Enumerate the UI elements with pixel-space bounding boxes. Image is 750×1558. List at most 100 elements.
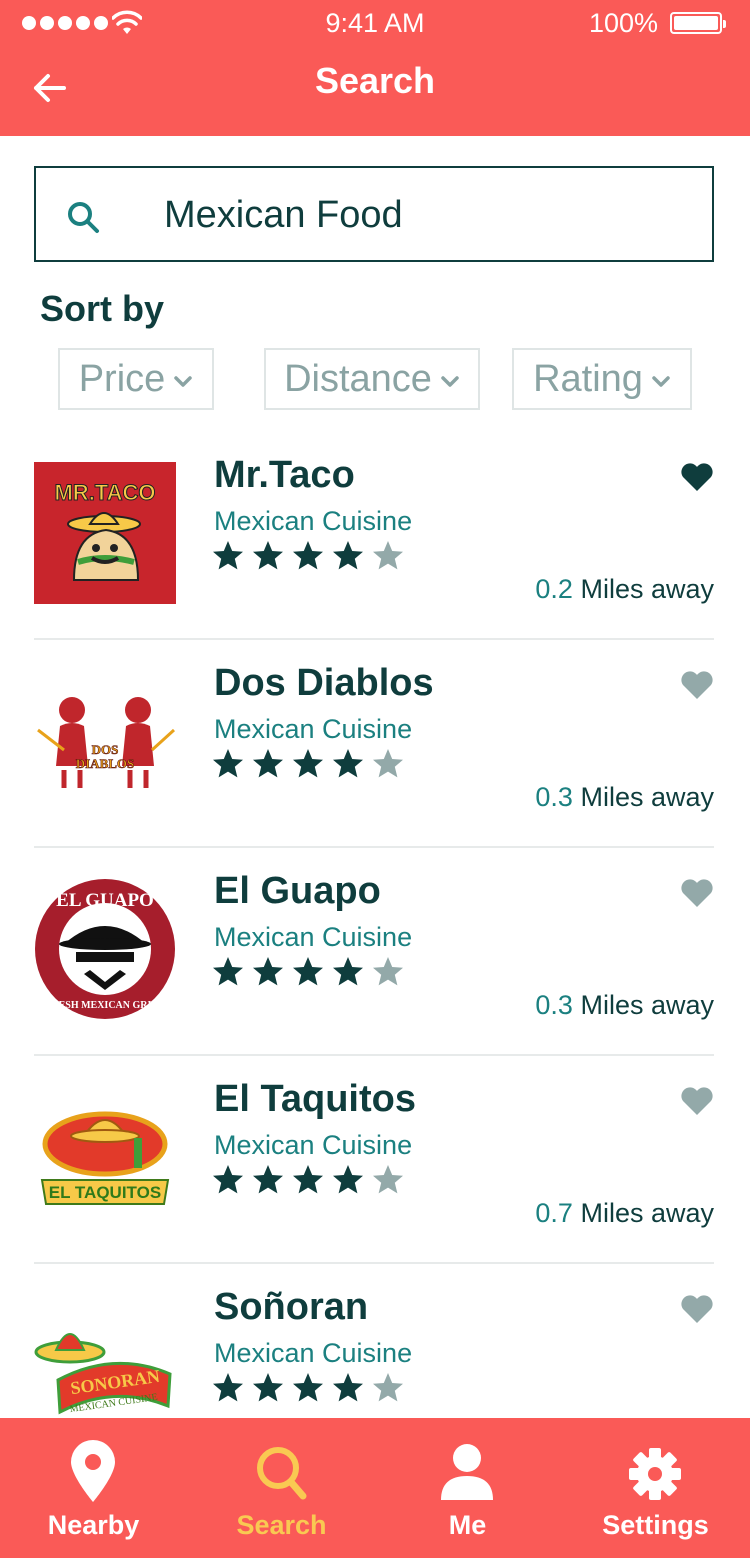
- distance-unit: Miles away: [580, 782, 714, 812]
- page-title: Search: [314, 60, 436, 101]
- restaurant-cuisine: Mexican Cuisine: [214, 714, 413, 744]
- star-filled-icon: [293, 541, 323, 570]
- restaurant-name: El Taquitos: [214, 1078, 416, 1120]
- app-header: 9:41 AM 100% Search: [0, 0, 750, 136]
- star-filled-icon: [333, 1165, 363, 1194]
- sort-by-label: Sort by: [40, 288, 165, 329]
- sort-price-label: Price: [78, 357, 166, 400]
- distance-value: 0.2: [535, 574, 573, 604]
- restaurant-name: Mr.Taco: [214, 454, 355, 496]
- restaurant-logo: SONORAN MEXICAN CUISINE: [34, 1294, 176, 1436]
- rating-stars: [212, 748, 404, 780]
- star-filled-icon: [333, 541, 363, 570]
- svg-text:EL TAQUITOS: EL TAQUITOS: [49, 1183, 161, 1202]
- restaurant-name: Soñoran: [214, 1286, 369, 1328]
- svg-text:FRESH MEXICAN GRILL: FRESH MEXICAN GRILL: [45, 1000, 165, 1011]
- star-empty-icon: [373, 957, 403, 986]
- star-empty-icon: [373, 749, 403, 778]
- restaurant-logo: EL TAQUITOS: [34, 1086, 176, 1228]
- search-icon: [257, 1447, 307, 1500]
- restaurant-name: Dos Diablos: [214, 662, 434, 704]
- search-input[interactable]: [164, 188, 684, 242]
- svg-text:DIABLOS: DIABLOS: [76, 756, 135, 771]
- sort-distance-button[interactable]: Distance: [264, 348, 480, 410]
- distance-unit: Miles away: [580, 990, 714, 1020]
- restaurant-name: El Guapo: [214, 870, 381, 912]
- star-filled-icon: [253, 541, 283, 570]
- heart-icon[interactable]: [680, 878, 714, 908]
- star-filled-icon: [213, 749, 243, 778]
- tab-bar: Nearby Search Me Settings: [0, 1418, 750, 1558]
- star-filled-icon: [293, 749, 323, 778]
- distance: 0.3 Miles away: [535, 782, 714, 813]
- star-empty-icon: [373, 1165, 403, 1194]
- star-filled-icon: [333, 749, 363, 778]
- restaurant-logo: EL GUAPO FRESH MEXICAN GRILL: [35, 879, 175, 1019]
- restaurant-cuisine: Mexican Cuisine: [214, 922, 413, 952]
- rating-stars: [212, 956, 404, 988]
- star-filled-icon: [253, 1165, 283, 1194]
- tab-label: Settings: [602, 1510, 709, 1540]
- distance-value: 0.3: [535, 990, 573, 1020]
- restaurant-item[interactable]: EL GUAPO FRESH MEXICAN GRILL El Guapo Me…: [34, 848, 714, 1056]
- tab-label: Me: [448, 1510, 487, 1540]
- rating-stars: [212, 1164, 404, 1196]
- tab-me[interactable]: Me: [374, 1418, 561, 1558]
- restaurant-cuisine: Mexican Cuisine: [214, 1338, 413, 1368]
- status-bar: 9:41 AM 100%: [0, 0, 750, 48]
- rating-stars: [212, 540, 404, 572]
- rating-stars: [212, 1372, 404, 1404]
- star-filled-icon: [333, 1373, 363, 1402]
- location-pin-icon: [71, 1440, 115, 1502]
- star-filled-icon: [293, 1373, 323, 1402]
- star-filled-icon: [333, 957, 363, 986]
- tab-label: Nearby: [47, 1510, 140, 1540]
- restaurant-logo: MR.TACO: [34, 462, 176, 604]
- distance: 0.3 Miles away: [535, 990, 714, 1021]
- heart-icon[interactable]: [680, 670, 714, 700]
- tab-settings[interactable]: Settings: [562, 1418, 749, 1558]
- person-icon: [441, 1444, 493, 1500]
- distance-unit: Miles away: [580, 1198, 714, 1228]
- search-box[interactable]: [34, 166, 714, 262]
- distance: 0.2 Miles away: [535, 574, 714, 605]
- star-filled-icon: [253, 957, 283, 986]
- star-filled-icon: [213, 1165, 243, 1194]
- search-icon: [68, 202, 99, 233]
- distance: 0.7 Miles away: [535, 1198, 714, 1229]
- distance-unit: Miles away: [580, 574, 714, 604]
- distance-value: 0.7: [535, 1198, 573, 1228]
- battery-percent: 100%: [588, 8, 658, 38]
- heart-icon[interactable]: [680, 1294, 714, 1324]
- gear-icon: [629, 1448, 681, 1500]
- sort-rating-label: Rating: [533, 357, 643, 400]
- star-filled-icon: [293, 957, 323, 986]
- star-filled-icon: [213, 1373, 243, 1402]
- svg-text:EL GUAPO: EL GUAPO: [56, 890, 154, 911]
- heart-icon[interactable]: [680, 1086, 714, 1116]
- svg-text:MR.TACO: MR.TACO: [54, 480, 155, 505]
- star-filled-icon: [293, 1165, 323, 1194]
- star-empty-icon: [373, 541, 403, 570]
- sort-rating-button[interactable]: Rating: [512, 348, 692, 410]
- restaurant-item[interactable]: MR.TACO Mr.Taco Mexican Cuisine 0.2 Mile…: [34, 432, 714, 640]
- star-filled-icon: [213, 957, 243, 986]
- distance-value: 0.3: [535, 782, 573, 812]
- star-filled-icon: [253, 1373, 283, 1402]
- restaurant-item[interactable]: EL TAQUITOS El Taquitos Mexican Cuisine …: [34, 1056, 714, 1264]
- tab-search[interactable]: Search: [188, 1418, 375, 1558]
- chevron-down-icon: [441, 376, 459, 387]
- heart-icon[interactable]: [680, 462, 714, 492]
- sort-distance-label: Distance: [284, 357, 432, 400]
- tab-label: Search: [236, 1510, 327, 1540]
- restaurant-logo: DOS DIABLOS: [34, 670, 176, 812]
- chevron-down-icon: [174, 376, 193, 387]
- star-filled-icon: [213, 541, 243, 570]
- restaurant-item[interactable]: DOS DIABLOS Dos Diablos Mexican Cuisine …: [34, 640, 714, 848]
- battery-icon: [670, 12, 726, 34]
- svg-text:DOS: DOS: [92, 742, 119, 757]
- restaurant-cuisine: Mexican Cuisine: [214, 1130, 413, 1160]
- star-empty-icon: [373, 1373, 403, 1402]
- sort-price-button[interactable]: Price: [58, 348, 214, 410]
- tab-nearby[interactable]: Nearby: [0, 1418, 187, 1558]
